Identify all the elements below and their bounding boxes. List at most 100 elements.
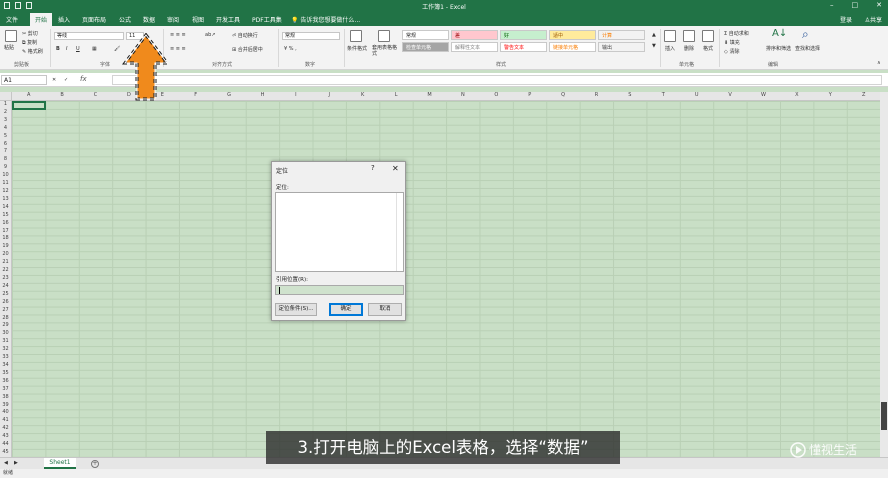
fill-color-icon[interactable]: 🖌 bbox=[114, 46, 120, 52]
row-header[interactable]: 43 bbox=[0, 433, 11, 439]
find-select-label[interactable]: 查找和选择 bbox=[795, 45, 820, 52]
formula-input[interactable] bbox=[112, 75, 882, 85]
tab-developer[interactable]: 开发工具 bbox=[216, 15, 240, 24]
column-header[interactable]: F bbox=[179, 92, 212, 98]
minimize-icon[interactable]: – bbox=[830, 1, 834, 9]
row-header[interactable]: 11 bbox=[0, 180, 11, 186]
row-header[interactable]: 37 bbox=[0, 386, 11, 392]
column-header[interactable]: V bbox=[713, 92, 746, 98]
ok-button[interactable]: 确定 bbox=[329, 303, 363, 316]
help-icon[interactable]: ? bbox=[371, 164, 375, 172]
cell-style-option[interactable]: 链接单元格 bbox=[549, 42, 596, 52]
format-cells-label[interactable]: 格式 bbox=[703, 45, 713, 52]
column-header[interactable]: R bbox=[580, 92, 613, 98]
row-header[interactable]: 39 bbox=[0, 402, 11, 408]
row-header[interactable]: 34 bbox=[0, 362, 11, 368]
row-header[interactable]: 26 bbox=[0, 299, 11, 305]
row-header[interactable]: 17 bbox=[0, 228, 11, 234]
border-icon[interactable]: ▦ bbox=[92, 46, 97, 52]
insert-cells-label[interactable]: 插入 bbox=[665, 45, 675, 52]
tab-review[interactable]: 审阅 bbox=[167, 15, 179, 24]
find-icon[interactable]: ⌕ bbox=[802, 27, 809, 42]
row-header[interactable]: 19 bbox=[0, 243, 11, 249]
row-header[interactable]: 13 bbox=[0, 196, 11, 202]
column-header[interactable]: H bbox=[246, 92, 279, 98]
row-header[interactable]: 10 bbox=[0, 172, 11, 178]
paste-icon[interactable] bbox=[5, 30, 17, 42]
column-header[interactable]: I bbox=[279, 92, 312, 98]
row-header[interactable]: 23 bbox=[0, 275, 11, 281]
row-header[interactable]: 5 bbox=[0, 133, 11, 139]
cut-button[interactable]: ✂ 剪切 bbox=[22, 30, 38, 37]
row-header[interactable]: 27 bbox=[0, 307, 11, 313]
row-header[interactable]: 3 bbox=[0, 117, 11, 123]
worksheet-grid[interactable] bbox=[12, 101, 880, 457]
delete-cells-label[interactable]: 删除 bbox=[684, 45, 694, 52]
share-button[interactable]: ♙共享 bbox=[865, 15, 882, 24]
reference-input[interactable] bbox=[275, 285, 404, 295]
sort-filter-label[interactable]: 排序和筛选 bbox=[766, 45, 791, 52]
insert-cells-icon[interactable] bbox=[664, 30, 676, 42]
delete-cells-icon[interactable] bbox=[683, 30, 695, 42]
underline-button[interactable]: U bbox=[76, 46, 80, 52]
italic-button[interactable]: I bbox=[66, 46, 67, 52]
close-icon[interactable]: ✕ bbox=[392, 164, 399, 173]
column-header[interactable]: S bbox=[613, 92, 646, 98]
tab-pdf-tools[interactable]: PDF工具集 bbox=[252, 15, 282, 24]
maximize-icon[interactable]: □ bbox=[852, 1, 859, 9]
cancel-entry-icon[interactable]: ✕ bbox=[52, 77, 56, 83]
number-format-select[interactable]: 常规 bbox=[282, 32, 340, 40]
column-header[interactable]: Q bbox=[546, 92, 579, 98]
conditional-format-label[interactable]: 条件格式 bbox=[347, 45, 367, 52]
row-header[interactable]: 14 bbox=[0, 204, 11, 210]
column-header[interactable]: Y bbox=[814, 92, 847, 98]
row-header[interactable]: 18 bbox=[0, 235, 11, 241]
list-scrollbar[interactable] bbox=[396, 193, 403, 271]
column-header[interactable]: Z bbox=[847, 92, 880, 98]
merge-center-button[interactable]: ⊞ 合并后居中 bbox=[232, 46, 263, 53]
row-header[interactable]: 21 bbox=[0, 259, 11, 265]
column-header[interactable]: A bbox=[12, 92, 45, 98]
tab-data[interactable]: 数据 bbox=[143, 15, 155, 24]
row-header[interactable]: 28 bbox=[0, 315, 11, 321]
bold-button[interactable]: B bbox=[56, 46, 60, 52]
sheet-scroll-right-icon[interactable]: ▶ bbox=[14, 460, 18, 466]
row-header[interactable]: 12 bbox=[0, 188, 11, 194]
font-name-select[interactable]: 等线 bbox=[54, 32, 124, 40]
row-header[interactable]: 22 bbox=[0, 267, 11, 273]
align-top-icon[interactable]: ≡ ≡ ≡ bbox=[170, 32, 186, 38]
tab-formulas[interactable]: 公式 bbox=[119, 15, 131, 24]
row-header[interactable]: 2 bbox=[0, 109, 11, 115]
tab-file[interactable]: 文件 bbox=[6, 15, 18, 24]
row-header[interactable]: 45 bbox=[0, 449, 11, 455]
add-sheet-icon[interactable]: + bbox=[91, 460, 99, 468]
cell-style-option[interactable]: 适中 bbox=[549, 30, 596, 40]
selected-cell-a1[interactable] bbox=[12, 101, 46, 110]
confirm-entry-icon[interactable]: ✓ bbox=[64, 77, 68, 83]
column-header[interactable]: P bbox=[513, 92, 546, 98]
cell-style-option[interactable]: 检查单元格 bbox=[402, 42, 449, 52]
tab-view[interactable]: 视图 bbox=[192, 15, 204, 24]
row-header[interactable]: 38 bbox=[0, 394, 11, 400]
row-header[interactable]: 24 bbox=[0, 283, 11, 289]
column-header[interactable]: K bbox=[346, 92, 379, 98]
row-header[interactable]: 20 bbox=[0, 251, 11, 257]
tab-insert[interactable]: 插入 bbox=[58, 15, 70, 24]
row-header[interactable]: 44 bbox=[0, 441, 11, 447]
column-header[interactable]: U bbox=[680, 92, 713, 98]
styles-scroll-up-icon[interactable]: ▲ bbox=[652, 32, 656, 38]
login-link[interactable]: 登录 bbox=[840, 15, 852, 24]
tab-page-layout[interactable]: 页面布局 bbox=[82, 15, 106, 24]
wrap-text-button[interactable]: ⏎ 自动换行 bbox=[232, 32, 258, 39]
conditional-format-icon[interactable] bbox=[350, 30, 362, 42]
row-header[interactable]: 4 bbox=[0, 125, 11, 131]
row-header[interactable]: 29 bbox=[0, 322, 11, 328]
tell-me-search[interactable]: 💡 告诉我您想要做什么... bbox=[291, 15, 360, 24]
autosum-button[interactable]: Σ 自动求和 bbox=[724, 30, 749, 37]
format-cells-icon[interactable] bbox=[702, 30, 714, 42]
row-header[interactable]: 42 bbox=[0, 425, 11, 431]
sheet-scroll-left-icon[interactable]: ◀ bbox=[4, 460, 8, 466]
row-header[interactable]: 6 bbox=[0, 141, 11, 147]
row-header[interactable]: 40 bbox=[0, 409, 11, 415]
row-header[interactable]: 7 bbox=[0, 148, 11, 154]
